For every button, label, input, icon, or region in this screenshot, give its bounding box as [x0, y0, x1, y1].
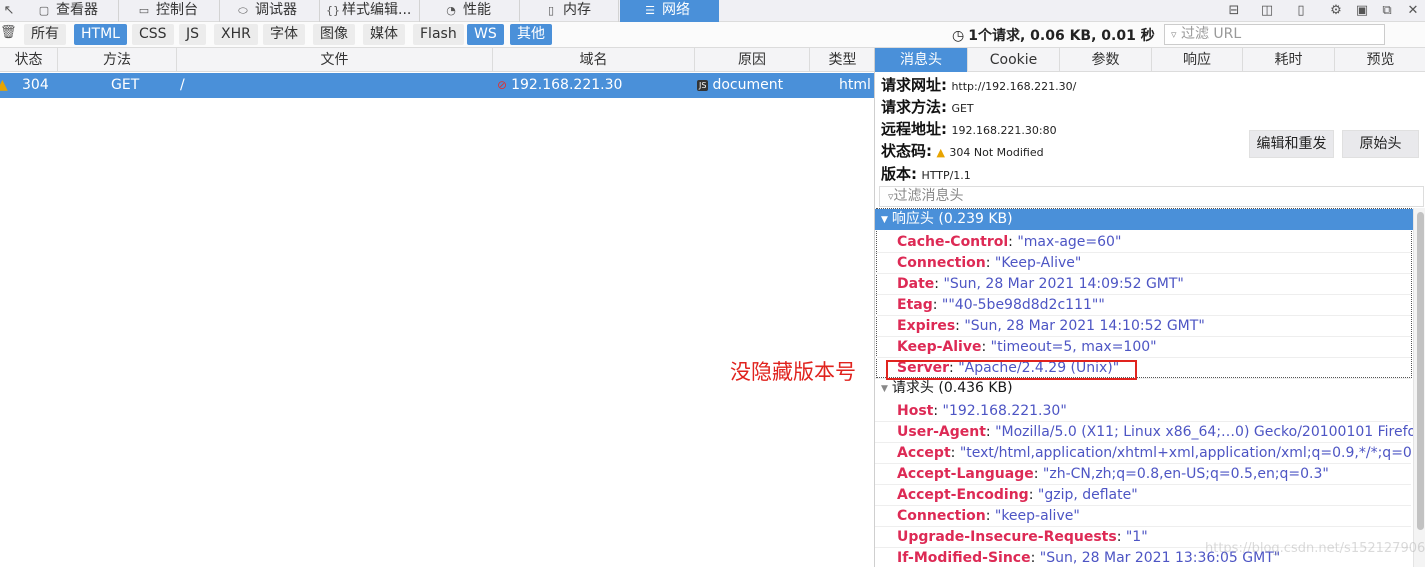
header-row: Cache-Control: "max-age=60": [875, 232, 1411, 253]
collapse-triangle-icon: ▼: [881, 215, 888, 225]
headers-scrollbar[interactable]: [1413, 208, 1425, 567]
scrollbar-thumb[interactable]: [1417, 212, 1424, 530]
request-url: 请求网址: http://192.168.221.30/: [881, 76, 1077, 94]
header-row: User-Agent: "Mozilla/5.0 (X11; Linux x86…: [875, 422, 1425, 443]
tab-network[interactable]: ☰ 网络: [620, 0, 719, 22]
tab-cookie[interactable]: Cookie: [968, 48, 1060, 72]
tab-console[interactable]: ▭ 控制台: [120, 0, 220, 22]
details-panel: 消息头 Cookie 参数 响应 耗时 预览 请求网址: http://192.…: [874, 48, 1425, 567]
split-console-icon[interactable]: ⊟: [1225, 2, 1243, 20]
column-file[interactable]: 文件: [177, 48, 493, 72]
filter-fonts[interactable]: 字体: [263, 24, 305, 45]
watermark: https://blog.csdn.net/s1521279060: [1205, 541, 1425, 556]
header-row: Accept: "text/html,application/xhtml+xml…: [875, 443, 1425, 464]
header-row: Etag: ""40-5be98d8d2c111"": [875, 295, 1411, 316]
column-method[interactable]: 方法: [58, 48, 177, 72]
tab-style-editor[interactable]: {} 样式编辑...: [321, 0, 420, 22]
tab-inspector[interactable]: ▢ 查看器: [20, 0, 119, 22]
filter-flash[interactable]: Flash: [413, 24, 464, 45]
header-row: Connection: "Keep-Alive": [875, 253, 1411, 274]
column-domain[interactable]: 域名: [493, 48, 695, 72]
request-row[interactable]: ▲ 304 GET / ⊘ 192.168.221.30 JS document h…: [0, 73, 875, 98]
filter-html[interactable]: HTML: [74, 24, 127, 45]
header-filter-input[interactable]: ▿过滤消息头: [879, 186, 1424, 207]
row-file: /: [180, 77, 185, 93]
filter-all[interactable]: 所有: [24, 24, 66, 45]
details-tabs: 消息头 Cookie 参数 响应 耗时 预览: [875, 48, 1425, 72]
js-icon: JS: [697, 80, 709, 91]
scratchpad-icon[interactable]: ◫: [1258, 2, 1276, 20]
row-method: GET: [111, 77, 140, 93]
close-icon[interactable]: ✕: [1404, 2, 1422, 20]
request-list-header: 状态 方法 文件 域名 原因 类型: [0, 48, 875, 72]
tab-params[interactable]: 参数: [1060, 48, 1152, 72]
tab-preview[interactable]: 预览: [1335, 48, 1425, 72]
tab-debugger[interactable]: ⬭ 调试器: [221, 0, 320, 22]
responsive-design-icon[interactable]: ▯: [1292, 2, 1310, 20]
tab-headers[interactable]: 消息头: [875, 48, 968, 72]
tab-timings[interactable]: 耗时: [1243, 48, 1335, 72]
insecure-lock-icon: ⊘: [497, 78, 508, 92]
header-row: Connection: "keep-alive": [875, 506, 1411, 527]
tab-response[interactable]: 响应: [1152, 48, 1243, 72]
tab-performance[interactable]: ◔ 性能: [421, 0, 520, 22]
row-cause: JS document: [697, 77, 784, 93]
edit-resend-button[interactable]: 编辑和重发: [1249, 130, 1334, 158]
pick-element-icon[interactable]: ↖: [0, 2, 18, 20]
header-row: Accept-Language: "zh-CN,zh;q=0.8,en-US;q…: [875, 464, 1411, 485]
console-icon: ▭: [138, 4, 150, 17]
annotation-highlight-box: [886, 360, 1137, 380]
column-status[interactable]: 状态: [0, 48, 58, 72]
header-row: Expires: "Sun, 28 Mar 2021 14:10:52 GMT": [875, 316, 1411, 337]
header-row: Accept-Encoding: "gzip, deflate": [875, 485, 1411, 506]
request-headers-section[interactable]: ▼ 请求头 (0.436 KB): [875, 378, 1413, 399]
remote-address: 远程地址: 192.168.221.30:80: [881, 120, 1057, 138]
header-row: Keep-Alive: "timeout=5, max=100": [875, 337, 1411, 358]
undock-icon[interactable]: ⧉: [1378, 2, 1396, 20]
network-icon: ☰: [645, 4, 655, 17]
column-cause[interactable]: 原因: [695, 48, 810, 72]
filter-bar: 🗑 所有 HTML CSS JS XHR 字体 图像 媒体 Flash WS 其…: [0, 22, 1425, 48]
status-warning-icon: ▲: [936, 146, 945, 159]
warning-icon: ▲: [0, 77, 8, 93]
annotation-text: 没隐藏版本号: [730, 360, 856, 384]
request-method: 请求方法: GET: [881, 98, 974, 116]
status-code: 状态码: ▲ 304 Not Modified: [881, 142, 1044, 160]
filter-other[interactable]: 其他: [510, 24, 552, 45]
raw-headers-button[interactable]: 原始头: [1342, 130, 1419, 158]
clear-trash-icon[interactable]: 🗑: [0, 25, 17, 40]
filter-ws[interactable]: WS: [467, 24, 504, 45]
row-type: html: [839, 77, 871, 93]
request-summary: ◷ 1个请求, 0.06 KB, 0.01 秒: [952, 28, 1155, 44]
inspector-icon: ▢: [38, 4, 50, 17]
header-row: Host: "192.168.221.30": [875, 401, 1411, 422]
debugger-icon: ⬭: [238, 4, 248, 17]
url-filter-input[interactable]: ▿ 过滤 URL: [1164, 24, 1385, 45]
column-type[interactable]: 类型: [810, 48, 875, 72]
http-version: 版本: HTTP/1.1: [881, 165, 971, 183]
filter-xhr[interactable]: XHR: [214, 24, 258, 45]
performance-icon: ◔: [446, 4, 456, 17]
header-row: Date: "Sun, 28 Mar 2021 14:09:52 GMT": [875, 274, 1411, 295]
collapse-triangle-icon: ▼: [881, 384, 888, 394]
row-status: 304: [22, 77, 49, 93]
tab-memory[interactable]: ▯ 内存: [521, 0, 619, 22]
devtools-toolbar: ↖ ▢ 查看器 ▭ 控制台 ⬭ 调试器 {} 样式编辑... ◔ 性能 ▯ 内存 ☰ 网络 ⊟…: [0, 0, 1425, 22]
filter-media[interactable]: 媒体: [363, 24, 405, 45]
filter-js[interactable]: JS: [179, 24, 207, 45]
style-editor-icon: {}: [326, 4, 340, 17]
dock-side-icon[interactable]: ▣: [1353, 2, 1371, 20]
filter-images[interactable]: 图像: [313, 24, 355, 45]
timer-icon: ◷: [952, 28, 965, 44]
memory-icon: ▯: [547, 4, 555, 17]
settings-gear-icon[interactable]: ⚙: [1327, 2, 1345, 20]
response-headers-section[interactable]: ▼ 响应头 (0.239 KB): [875, 209, 1413, 230]
filter-css[interactable]: CSS: [132, 24, 174, 45]
filter-funnel-icon: ▿: [1171, 28, 1177, 41]
row-domain: ⊘ 192.168.221.30: [497, 77, 623, 93]
